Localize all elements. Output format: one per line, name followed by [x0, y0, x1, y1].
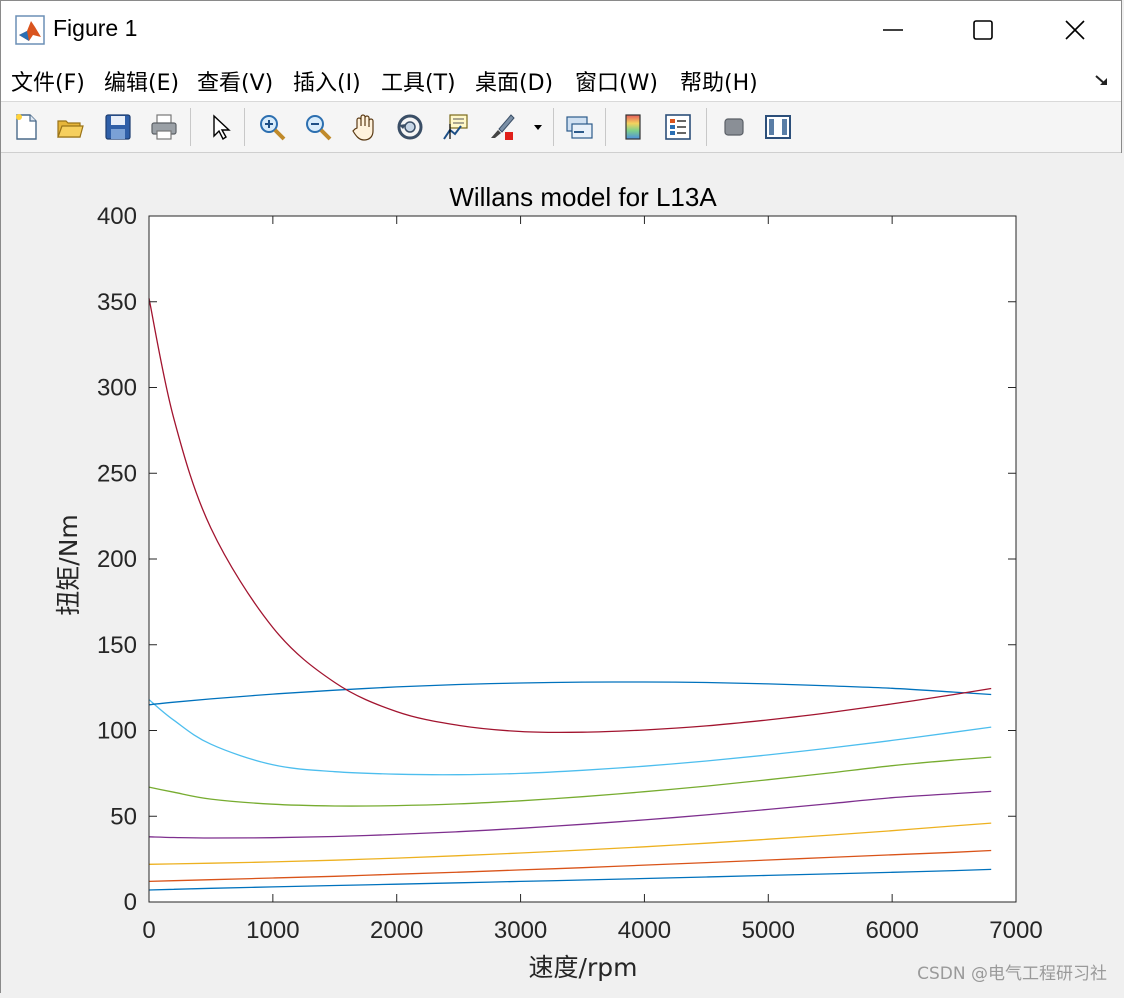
x-tick-label: 2000 — [370, 917, 423, 944]
y-tick-label: 400 — [97, 203, 137, 230]
brush-icon — [491, 114, 515, 140]
x-tick-label: 5000 — [742, 917, 795, 944]
zoom-in-icon — [260, 115, 286, 141]
menu-tools[interactable]: 工具(T) — [381, 65, 456, 97]
open-file-button[interactable] — [53, 110, 87, 144]
x-tick-label: 1000 — [246, 917, 299, 944]
legend-icon — [665, 114, 691, 140]
x-tick-label: 3000 — [494, 917, 547, 944]
matlab-icon — [15, 15, 45, 45]
toolbar-separator — [605, 108, 606, 146]
zoom-out-icon — [306, 115, 332, 141]
x-tick-label: 6000 — [865, 917, 918, 944]
maximize-icon — [973, 20, 993, 40]
y-tick-label: 350 — [97, 289, 137, 316]
menu-file[interactable]: 文件(F) — [11, 65, 85, 97]
show-plot-tools-button[interactable] — [761, 110, 795, 144]
x-tick-label: 7000 — [989, 917, 1042, 944]
menu-insert[interactable]: 插入(I) — [293, 65, 361, 97]
menu-window[interactable]: 窗口(W) — [575, 65, 658, 97]
y-axis-label: 扭矩/Nm — [54, 514, 83, 615]
x-tick-label: 4000 — [618, 917, 671, 944]
close-button[interactable] — [1029, 1, 1121, 59]
link-icon — [566, 116, 593, 139]
rotate-3d-button[interactable] — [393, 110, 427, 144]
dock-figure-icon[interactable] — [1093, 71, 1111, 89]
menu-bar: 文件(F) 编辑(E) 查看(V) 插入(I) 工具(T) 桌面(D) 窗口(W… — [1, 59, 1121, 102]
brush-dropdown-button[interactable] — [529, 110, 547, 144]
figure-canvas: 0 1000 2000 3000 4000 5000 6000 7000 0 50 100 150 20… — [1, 153, 1123, 994]
y-tick-label: 0 — [124, 889, 137, 916]
toolbar-separator — [706, 108, 707, 146]
y-tick-label: 150 — [97, 632, 137, 659]
zoom-in-button[interactable] — [255, 110, 289, 144]
open-file-icon — [57, 120, 84, 138]
pan-icon — [352, 114, 374, 141]
figure-window: Figure 1 文件(F) 编辑(E) 查看(V) 插入(I) 工具(T) 桌… — [0, 0, 1123, 994]
link-plot-button[interactable] — [562, 110, 596, 144]
new-figure-icon — [16, 114, 37, 140]
menu-view[interactable]: 查看(V) — [197, 65, 273, 97]
menu-desktop[interactable]: 桌面(D) — [475, 65, 553, 97]
title-bar: Figure 1 — [1, 1, 1121, 59]
toolbar-separator — [244, 108, 245, 146]
x-axis-label: 速度/rpm — [529, 953, 638, 982]
pan-button[interactable] — [347, 110, 381, 144]
menu-edit[interactable]: 编辑(E) — [104, 65, 179, 97]
save-button[interactable] — [101, 110, 135, 144]
print-icon — [151, 114, 177, 140]
new-figure-button[interactable] — [9, 110, 43, 144]
data-cursor-icon — [443, 114, 468, 140]
data-cursor-button[interactable] — [439, 110, 473, 144]
watermark: CSDN @电气工程研习社 — [917, 964, 1107, 984]
y-tick-label: 200 — [97, 546, 137, 573]
zoom-out-button[interactable] — [301, 110, 335, 144]
y-tick-label: 300 — [97, 375, 137, 402]
insert-colorbar-button[interactable] — [616, 110, 650, 144]
window-title: Figure 1 — [53, 15, 138, 41]
print-button[interactable] — [147, 110, 181, 144]
pointer-icon — [213, 114, 231, 141]
brush-button[interactable] — [485, 110, 519, 144]
hide-plot-tools-button[interactable] — [717, 110, 751, 144]
x-tick-label: 0 — [142, 917, 155, 944]
chevron-down-icon — [534, 125, 542, 130]
menu-help[interactable]: 帮助(H) — [680, 65, 758, 97]
y-tick-label: 250 — [97, 460, 137, 487]
plot-area[interactable] — [149, 216, 1016, 902]
y-tick-label: 100 — [97, 718, 137, 745]
figure-toolbar — [1, 102, 1121, 153]
chart-title: Willans model for L13A — [449, 182, 717, 212]
toolbar-separator — [553, 108, 554, 146]
hide-plot-tools-icon — [724, 118, 744, 136]
minimize-button[interactable] — [847, 1, 939, 59]
maximize-button[interactable] — [937, 1, 1029, 59]
colorbar-icon — [625, 114, 641, 140]
chart[interactable]: 0 1000 2000 3000 4000 5000 6000 7000 0 50 100 150 20… — [1, 153, 1123, 994]
y-tick-label: 50 — [110, 803, 137, 830]
minimize-icon — [883, 29, 903, 31]
insert-legend-button[interactable] — [661, 110, 695, 144]
close-icon — [1065, 20, 1085, 40]
save-icon — [105, 114, 131, 140]
edit-plot-button[interactable] — [203, 110, 237, 144]
show-plot-tools-icon — [765, 115, 791, 139]
rotate-3d-icon — [397, 114, 423, 140]
toolbar-separator — [190, 108, 191, 146]
